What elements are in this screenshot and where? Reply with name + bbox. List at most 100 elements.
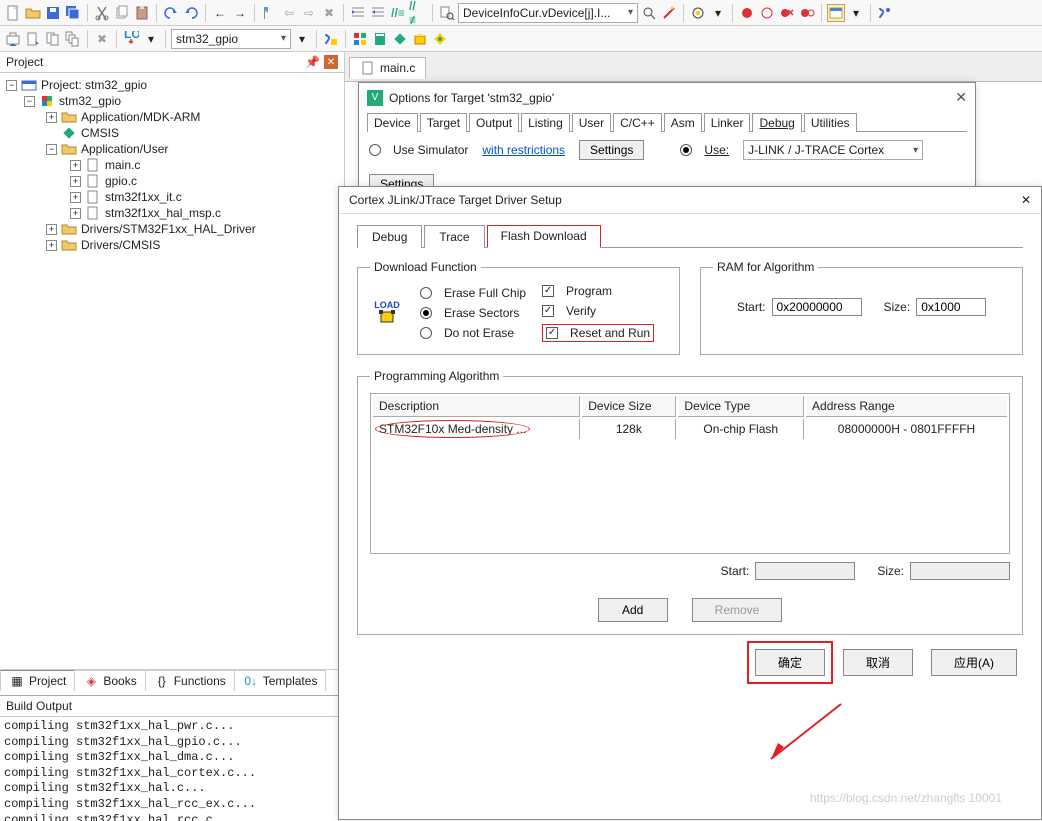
close-icon[interactable]: ✕ — [955, 89, 967, 106]
erase-full-radio[interactable]: Erase Full Chip — [420, 286, 526, 300]
manage-components-icon[interactable] — [391, 30, 409, 48]
apply-button[interactable]: 应用(A) — [931, 649, 1017, 676]
close-icon[interactable]: ✕ — [1021, 193, 1031, 207]
editor-tab-main[interactable]: main.c — [349, 57, 426, 79]
wand-icon[interactable] — [660, 4, 678, 22]
expander-icon[interactable]: − — [46, 144, 57, 155]
expander-icon[interactable]: + — [46, 224, 57, 235]
panel-close-button[interactable]: ✕ — [324, 55, 338, 69]
tree-group-drivers-hal[interactable]: + Drivers/STM32F1xx_HAL_Driver — [2, 221, 342, 237]
options-tab-utilities[interactable]: Utilities — [804, 113, 857, 132]
undo-icon[interactable] — [162, 4, 180, 22]
options-tab-user[interactable]: User — [572, 113, 611, 132]
col-devsize[interactable]: Device Size — [582, 396, 676, 417]
target-select[interactable]: stm32_gpio — [171, 29, 291, 49]
tree-group-cmsis[interactable]: CMSIS — [2, 125, 342, 141]
options-tab-output[interactable]: Output — [469, 113, 519, 132]
tree-file[interactable]: +main.c — [2, 157, 342, 173]
tree-file[interactable]: +gpio.c — [2, 173, 342, 189]
cancel-button[interactable]: 取消 — [843, 649, 913, 676]
cortex-tab-flash[interactable]: Flash Download — [487, 225, 601, 248]
find-in-files-icon[interactable] — [438, 4, 456, 22]
copy-icon[interactable] — [113, 4, 131, 22]
expander-icon[interactable]: + — [46, 240, 57, 251]
panel-tab-project[interactable]: ▦Project — [0, 670, 75, 691]
tree-file[interactable]: +stm32f1xx_it.c — [2, 189, 342, 205]
col-description[interactable]: Description — [373, 396, 580, 417]
ram-start-input[interactable] — [772, 298, 862, 316]
reset-run-check[interactable]: Reset and Run — [542, 324, 654, 342]
chevron-down-icon[interactable]: ▾ — [142, 30, 160, 48]
debugger-select[interactable]: J-LINK / J-TRACE Cortex — [743, 140, 923, 160]
download-icon[interactable]: LOAD — [122, 30, 140, 48]
batch-build-icon[interactable] — [64, 30, 82, 48]
no-erase-radio[interactable]: Do not Erase — [420, 326, 526, 340]
save-all-icon[interactable] — [64, 4, 82, 22]
options-tab-linker[interactable]: Linker — [704, 113, 751, 132]
panel-tab-functions[interactable]: {}Functions — [145, 670, 235, 691]
restrictions-link[interactable]: with restrictions — [482, 143, 565, 157]
tree-root[interactable]: − Project: stm32_gpio — [2, 77, 342, 93]
stop-build-icon[interactable]: ✖ — [93, 30, 111, 48]
options-tab-listing[interactable]: Listing — [521, 113, 570, 132]
ram-size-input[interactable] — [916, 298, 986, 316]
expander-icon[interactable]: + — [70, 160, 81, 171]
manage-books-icon[interactable] — [371, 30, 389, 48]
options-tab-target[interactable]: Target — [420, 113, 467, 132]
breakpoint-icon[interactable] — [738, 4, 756, 22]
indent-icon[interactable] — [349, 4, 367, 22]
col-addr[interactable]: Address Range — [806, 396, 1007, 417]
redo-icon[interactable] — [182, 4, 200, 22]
remove-button[interactable]: Remove — [692, 598, 783, 622]
table-row[interactable]: STM32F10x Med-density ... 128k On-chip F… — [373, 419, 1007, 439]
chevron-down-icon[interactable]: ▾ — [293, 30, 311, 48]
add-button[interactable]: Add — [598, 598, 668, 622]
chevron-down-icon[interactable]: ▾ — [847, 4, 865, 22]
chevron-down-icon[interactable]: ▾ — [709, 4, 727, 22]
program-check[interactable]: Program — [542, 284, 654, 298]
erase-sectors-radio[interactable]: Erase Sectors — [420, 306, 526, 320]
use-simulator-radio[interactable]: Use Simulator — [369, 143, 468, 157]
debug-start-icon[interactable] — [689, 4, 707, 22]
nav-fwd-icon[interactable]: → — [231, 4, 249, 22]
options-tab-cc[interactable]: C/C++ — [613, 113, 662, 132]
bookmark-clear-icon[interactable]: ✖ — [320, 4, 338, 22]
col-devtype[interactable]: Device Type — [678, 396, 804, 417]
ok-button[interactable]: 确定 — [755, 649, 825, 676]
sim-settings-button[interactable]: Settings — [579, 140, 644, 160]
cortex-tab-debug[interactable]: Debug — [357, 225, 422, 248]
breakpoint-enable-icon[interactable] — [798, 4, 816, 22]
bookmark-prev-icon[interactable]: ⇦ — [280, 4, 298, 22]
cut-icon[interactable] — [93, 4, 111, 22]
build-icon[interactable] — [24, 30, 42, 48]
pack-installer-icon[interactable] — [411, 30, 429, 48]
panel-tab-books[interactable]: ◈Books — [74, 670, 145, 691]
verify-check[interactable]: Verify — [542, 304, 654, 318]
tree-group-app-user[interactable]: − Application/User — [2, 141, 342, 157]
expander-icon[interactable]: − — [24, 96, 35, 107]
cortex-tab-trace[interactable]: Trace — [424, 225, 484, 248]
panel-tab-templates[interactable]: 0↓Templates — [234, 670, 327, 691]
bookmark-flag-icon[interactable] — [260, 4, 278, 22]
window-icon[interactable] — [827, 4, 845, 22]
breakpoint-kill-icon[interactable] — [778, 4, 796, 22]
expander-icon[interactable]: + — [46, 112, 57, 123]
save-icon[interactable] — [44, 4, 62, 22]
device-combo[interactable]: DeviceInfoCur.vDevice[j].I... — [458, 3, 638, 23]
project-tree[interactable]: − Project: stm32_gpio − stm32_gpio + App… — [0, 73, 344, 669]
open-folder-icon[interactable] — [24, 4, 42, 22]
tree-group-drivers-cmsis[interactable]: + Drivers/CMSIS — [2, 237, 342, 253]
use-debugger-radio[interactable]: Use: — [680, 143, 729, 157]
nav-back-icon[interactable]: ← — [211, 4, 229, 22]
algorithm-table[interactable]: Description Device Size Device Type Addr… — [370, 393, 1010, 554]
expander-icon[interactable]: − — [6, 80, 17, 91]
options-target-icon[interactable] — [322, 30, 340, 48]
tree-target[interactable]: − stm32_gpio — [2, 93, 342, 109]
panel-pin-icon[interactable]: 📌 — [305, 55, 320, 69]
bookmark-next-icon[interactable]: ⇨ — [300, 4, 318, 22]
manage-rte-icon[interactable] — [431, 30, 449, 48]
expander-icon[interactable]: + — [70, 176, 81, 187]
tree-file[interactable]: +stm32f1xx_hal_msp.c — [2, 205, 342, 221]
paste-icon[interactable] — [133, 4, 151, 22]
tree-group-app-mdk[interactable]: + Application/MDK-ARM — [2, 109, 342, 125]
